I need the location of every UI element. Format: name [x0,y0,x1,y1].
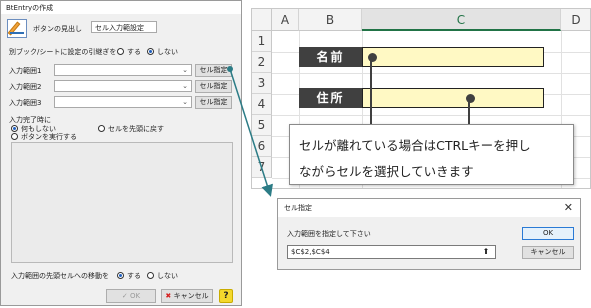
row-header-1[interactable]: 1 [252,31,272,52]
dialog-title: BtEntryの作成 [6,4,54,12]
other-sheet-no-label: しない [157,48,178,56]
chevron-down-icon: ⌄ [182,82,188,90]
column-header-b[interactable]: B [299,9,362,31]
dialog-ok-label: OK [129,292,141,300]
row-header-7[interactable]: 7 [252,157,272,178]
cell-dialog-titlebar: セル指定 ✕ [278,199,580,217]
select-all-corner[interactable] [252,9,272,31]
complete-return-label: セルを先頭に戻す [108,125,164,133]
complete-run-button-radio[interactable] [11,133,18,140]
row-header-6[interactable]: 6 [252,136,272,157]
row-header-2[interactable]: 2 [252,52,272,73]
close-icon: ✖ [165,292,174,300]
cell-select-dialog: セル指定 ✕ 入力範囲を指定して下さい $C$2,$C$4 ⬆ OK キャンセル [277,198,581,270]
move-first-no-label: しない [157,272,178,280]
address-label-cell: 住所 [299,88,362,108]
pencil-icon [7,19,27,38]
range1-combo[interactable]: ⌄ [54,64,192,76]
row-header-5[interactable]: 5 [252,115,272,136]
dialog-ok-button[interactable]: ✓ OK [106,289,156,303]
row-header-4[interactable]: 4 [252,94,272,115]
check-icon: ✓ [121,292,130,300]
caption-label: ボタンの見出し [33,25,82,33]
complete-nothing-radio[interactable] [11,125,18,132]
dialog-cancel-button[interactable]: ✖ キャンセル [161,289,213,303]
name-label-cell: 名前 [299,47,362,67]
range-reference-input[interactable]: $C$2,$C$4 [287,245,496,259]
chevron-down-icon: ⌄ [182,66,188,74]
move-first-yes-radio[interactable] [117,272,124,279]
column-header-a[interactable]: A [272,9,299,31]
collapse-dialog-icon[interactable]: ⬆ [477,245,495,259]
column-header-d[interactable]: D [561,9,590,31]
complete-return-radio[interactable] [98,125,105,132]
address-input-cell[interactable] [362,88,544,108]
column-header-c[interactable]: C [362,9,561,31]
range2-combo[interactable]: ⌄ [54,80,192,92]
cell-dialog-prompt: 入力範囲を指定して下さい [287,230,371,238]
range3-cell-button[interactable]: セル指定 [195,96,232,109]
callout-box: セルが離れている場合はCTRLキーを押し ながらセルを選択していきます [289,124,574,185]
marker-dot-icon [368,53,377,62]
chevron-down-icon: ⌄ [182,98,188,106]
range1-cell-button[interactable]: セル指定 [195,64,232,77]
move-first-no-radio[interactable] [147,272,154,279]
other-sheet-yes-radio[interactable] [117,48,124,55]
range2-label: 入力範囲2 [9,83,42,91]
range1-label: 入力範囲1 [9,67,42,75]
btentry-dialog: BtEntryの作成 ボタンの見出し セル入力範設定 別ブック/シートに設定の引… [0,0,242,306]
other-sheet-no-radio[interactable] [147,48,154,55]
complete-run-button-label: ボタンを実行する [21,133,77,141]
move-first-label: 入力範囲の先頭セルへの移動を [11,272,109,280]
callout-line-1: セルが離れている場合はCTRLキーを押し [299,138,531,153]
close-icon[interactable]: ✕ [564,201,573,214]
help-button[interactable]: ? [219,289,233,303]
button-list-area [11,142,233,263]
callout-line-2: ながらセルを選択していきます [299,164,474,179]
other-sheet-label: 別ブック/シートに設定の引継ぎを [9,48,117,56]
dialog-cancel-label: キャンセル [173,292,209,300]
cell-dialog-ok-button[interactable]: OK [522,227,574,240]
range3-label: 入力範囲3 [9,99,42,107]
row-header-3[interactable]: 3 [252,73,272,94]
marker-dot-icon [466,94,475,103]
range3-combo[interactable]: ⌄ [54,96,192,108]
dialog-titlebar: BtEntryの作成 [1,1,241,14]
range2-cell-button[interactable]: セル指定 [195,80,232,93]
cell-dialog-cancel-button[interactable]: キャンセル [522,246,574,259]
cell-dialog-title: セル指定 [284,204,312,212]
name-input-cell[interactable] [362,47,544,67]
other-sheet-yes-label: する [127,48,141,56]
caption-input[interactable]: セル入力範設定 [91,21,157,33]
move-first-yes-label: する [127,272,141,280]
